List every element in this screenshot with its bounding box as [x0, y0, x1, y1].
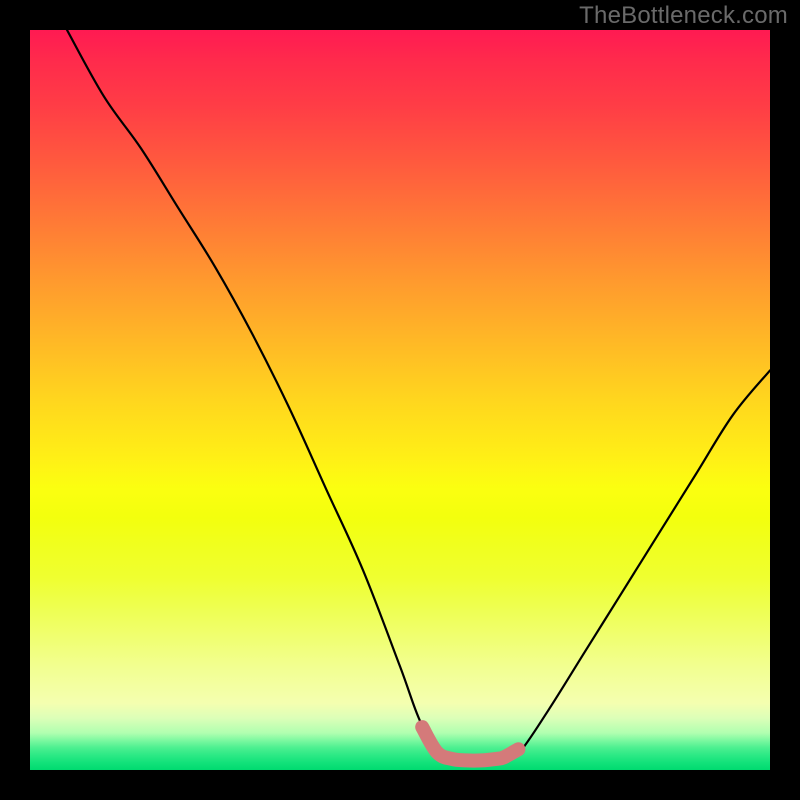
curve-bottom-highlight: [422, 727, 518, 760]
curve-left: [67, 30, 459, 760]
watermark-text: TheBottleneck.com: [579, 2, 788, 30]
chart-frame: TheBottleneck.com: [0, 0, 800, 800]
curve-layer: [30, 30, 770, 770]
curve-right: [504, 370, 770, 759]
plot-area: [30, 30, 770, 770]
